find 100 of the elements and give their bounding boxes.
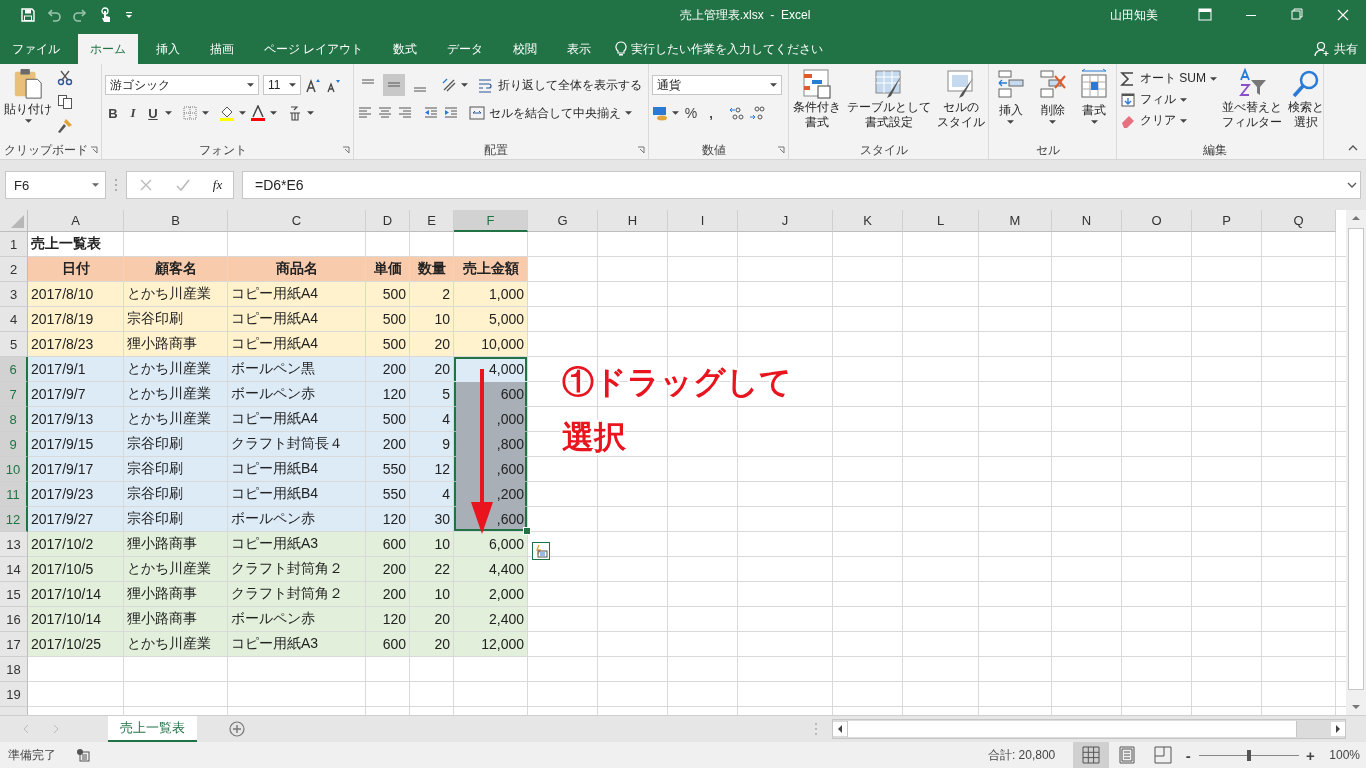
scroll-right-icon[interactable] [1331, 722, 1345, 736]
scroll-thumb[interactable] [1348, 228, 1364, 690]
fill-button[interactable]: フィル [1120, 91, 1217, 108]
paste-button[interactable]: 貼り付け [3, 68, 53, 141]
shrink-font-icon[interactable] [325, 77, 341, 93]
horizontal-scrollbar[interactable] [832, 719, 1346, 739]
customize-icon[interactable] [124, 10, 134, 20]
wrap-text-button[interactable]: 折り返して全体を表示する [478, 76, 642, 94]
editing-button[interactable]: 検索と 選択 [1287, 68, 1325, 141]
ribbon-tab[interactable]: 校閲 [501, 34, 550, 64]
user-name[interactable]: 山田知美 [1110, 6, 1158, 24]
scroll-thumb[interactable] [847, 721, 1297, 737]
row-header[interactable]: 19 [0, 682, 28, 707]
row-header[interactable]: 15 [0, 582, 28, 607]
ribbon-tab[interactable]: データ [435, 34, 496, 64]
column-header[interactable]: H [598, 210, 668, 232]
ribbon-tab[interactable]: 挿入 [144, 34, 192, 64]
align-left-icon[interactable] [357, 105, 373, 121]
merge-center-button[interactable]: セルを結合して中央揃え [469, 104, 621, 122]
row-header[interactable]: 9 [0, 432, 28, 457]
column-header[interactable]: J [738, 210, 833, 232]
zoom-level[interactable]: 100% [1329, 748, 1360, 762]
ribbon-tab[interactable]: 描画 [198, 34, 246, 64]
scissors-icon[interactable] [57, 70, 73, 86]
zoom-slider[interactable] [1247, 749, 1252, 761]
column-header[interactable]: G [528, 210, 598, 232]
dialog-launcher-icon[interactable] [342, 146, 350, 154]
undo-icon[interactable] [46, 7, 62, 23]
expand-icon[interactable] [1347, 182, 1357, 188]
italic-button[interactable]: I [125, 105, 141, 121]
add-sheet-icon[interactable] [229, 721, 245, 737]
copy-icon[interactable] [57, 94, 73, 110]
currency-icon[interactable] [652, 105, 668, 121]
cells-button[interactable]: 書式 [1075, 68, 1113, 141]
insert-function-button[interactable]: fx [212, 177, 223, 193]
column-header[interactable]: K [833, 210, 903, 232]
drag-handle-icon[interactable] [114, 178, 118, 192]
dialog-launcher-icon[interactable] [637, 146, 645, 154]
align-right-icon[interactable] [397, 105, 413, 121]
ribbon-tab[interactable]: ファイル [0, 34, 72, 64]
column-header[interactable]: B [124, 210, 228, 232]
column-header[interactable]: Q [1262, 210, 1336, 232]
caret-icon[interactable] [307, 111, 314, 115]
scroll-left-icon[interactable] [833, 722, 847, 736]
row-header[interactable]: 8 [0, 407, 28, 432]
column-header[interactable]: I [668, 210, 738, 232]
column-header[interactable]: N [1052, 210, 1122, 232]
increase-decimal-icon[interactable] [729, 105, 745, 121]
caret-icon[interactable] [202, 111, 209, 115]
row-header[interactable]: 2 [0, 257, 28, 282]
row-header[interactable]: 17 [0, 632, 28, 657]
quick-analysis-icon[interactable] [532, 542, 550, 560]
ribbon-tab[interactable]: ホーム [78, 34, 138, 64]
zoom-out-button[interactable]: - [1181, 746, 1196, 764]
share-button[interactable]: 共有 [1334, 40, 1358, 58]
normal-view-icon[interactable] [1073, 742, 1110, 768]
column-header[interactable]: A [28, 210, 124, 232]
phonetic-icon[interactable] [287, 105, 303, 121]
font-color-icon[interactable] [250, 105, 266, 121]
tell-me-field[interactable]: 実行したい作業を入力してください [631, 42, 872, 56]
row-header[interactable]: 3 [0, 282, 28, 307]
dialog-launcher-icon[interactable] [90, 146, 98, 154]
autosum-button[interactable]: オート SUM [1120, 70, 1217, 87]
grow-font-icon[interactable] [305, 77, 321, 93]
macro-record-icon[interactable] [76, 748, 90, 762]
decrease-decimal-icon[interactable] [749, 105, 765, 121]
row-header[interactable]: 7 [0, 382, 28, 407]
row-header[interactable]: 11 [0, 482, 28, 507]
save-icon[interactable] [20, 7, 36, 23]
number-format-dropdown[interactable]: 通貨 [652, 75, 782, 95]
column-header[interactable]: F [454, 210, 528, 232]
caret-icon[interactable] [461, 83, 468, 87]
collapse-ribbon-icon[interactable] [1348, 145, 1358, 151]
style-button[interactable]: セルの スタイル [936, 68, 986, 141]
comma-button[interactable]: , [703, 105, 719, 121]
column-header[interactable]: E [410, 210, 454, 232]
row-header[interactable]: 5 [0, 332, 28, 357]
row-header[interactable]: 12 [0, 507, 28, 532]
ribbon-tab[interactable]: 数式 [381, 34, 430, 64]
formula-field[interactable]: =D6*E6 [242, 171, 1361, 199]
editing-button[interactable]: 並べ替えと フィルター [1221, 68, 1283, 141]
increase-indent-icon[interactable] [443, 105, 459, 121]
column-header[interactable]: P [1192, 210, 1262, 232]
checkmark-icon[interactable] [175, 177, 192, 193]
row-header[interactable]: 16 [0, 607, 28, 632]
fill-handle[interactable] [523, 527, 531, 535]
row-header[interactable]: 14 [0, 557, 28, 582]
ribbon-tab[interactable]: ページ レイアウト [252, 34, 376, 64]
decrease-indent-icon[interactable] [423, 105, 439, 121]
row-header[interactable]: 13 [0, 532, 28, 557]
row-header[interactable]: 1 [0, 232, 28, 257]
percent-button[interactable]: % [683, 105, 699, 121]
row-header[interactable]: 4 [0, 307, 28, 332]
font-name-dropdown[interactable]: 游ゴシック [105, 75, 259, 95]
column-header[interactable]: C [228, 210, 366, 232]
align-center-icon[interactable] [377, 105, 393, 121]
bold-button[interactable]: B [105, 105, 121, 121]
vertical-scrollbar[interactable] [1346, 210, 1366, 715]
underline-button[interactable]: U [145, 105, 161, 121]
caret-icon[interactable] [239, 111, 246, 115]
